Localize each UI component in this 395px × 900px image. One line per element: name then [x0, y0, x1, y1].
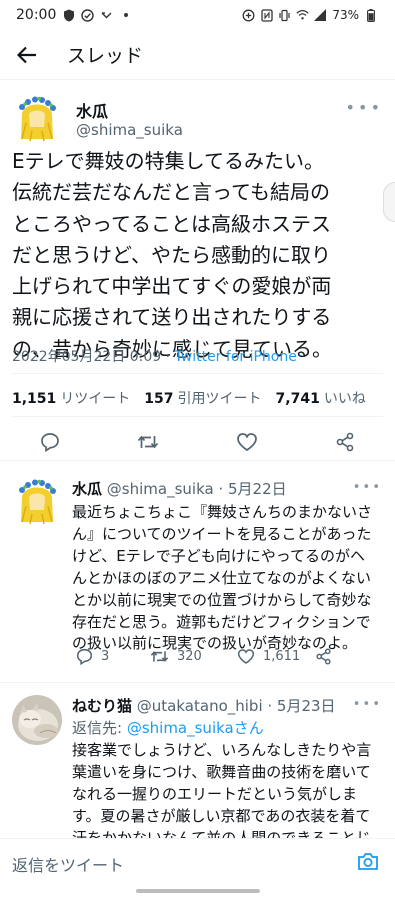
- reply-text-line: とか以前に現実での位置づけからして奇妙な: [72, 590, 372, 609]
- more-options-icon[interactable]: • • •: [346, 98, 380, 117]
- tweet-stats: 1,151 リツイート 157 引用ツイート 7,741 いいね: [12, 388, 366, 408]
- tweet-text-line: Eテレで舞妓の特集してるみたい。: [12, 149, 325, 173]
- quote-count: 157: [144, 391, 174, 407]
- reply-author-name[interactable]: 水瓜: [72, 480, 102, 498]
- vibrate-icon: [278, 9, 291, 22]
- data-saver-icon: [242, 9, 255, 22]
- gesture-nav-handle[interactable]: [136, 889, 260, 893]
- like-label: いいね: [323, 391, 366, 407]
- like-button[interactable]: 1,611: [237, 648, 300, 665]
- reply-text-line: けど、Eテレで子ども向けにやってるのがヘ: [72, 546, 365, 565]
- tweet-text-line: ところやってることは高級ホステス: [12, 211, 331, 236]
- author-handle[interactable]: @shima_suika: [76, 121, 183, 139]
- like-heart-icon[interactable]: [235, 430, 259, 454]
- reply-input[interactable]: 返信をツイート: [12, 852, 124, 876]
- reply-date: · 5月23日: [262, 697, 336, 715]
- app-header: スレッド: [0, 30, 395, 80]
- back-arrow-icon[interactable]: [15, 43, 39, 67]
- retweet-icon: [150, 651, 169, 662]
- dot-icon: [119, 9, 132, 22]
- like-heart-icon: [237, 649, 255, 664]
- reply-text-line: す。夏の暑さが厳しい京都であの衣装を着て: [72, 806, 371, 825]
- tweet-text-line: 伝統だ芸だなんだと言っても結局の: [12, 180, 330, 205]
- reply-button[interactable]: 3: [76, 648, 109, 665]
- edge-panel-handle[interactable]: [383, 182, 395, 222]
- tweet-source-link[interactable]: Twitter for iPhone: [175, 349, 297, 365]
- tweet-date: 2022年05月22日 0:09: [12, 349, 162, 365]
- meta-separator: ·: [161, 349, 175, 365]
- reply-text-line: 存在だと思う。遊郭もだけどフィクションで: [72, 612, 371, 631]
- quote-label: 引用ツイート: [177, 391, 262, 407]
- shield-icon: [62, 9, 75, 22]
- signal-icon: [314, 9, 327, 22]
- like-stat[interactable]: 7,741 いいね: [276, 388, 366, 408]
- reply-author-handle[interactable]: @utakatano_hibi: [137, 697, 263, 715]
- retweet-stat[interactable]: 1,151 リツイート: [12, 388, 130, 408]
- battery-icon: [364, 8, 377, 22]
- tweet-text-line: だと思うけど、やたら感動的に取り: [12, 242, 331, 267]
- avatar[interactable]: [12, 695, 62, 745]
- avatar[interactable]: [12, 476, 62, 526]
- retweet-icon[interactable]: [136, 430, 160, 454]
- reply-count: 3: [101, 649, 110, 664]
- author-name[interactable]: 水瓜: [76, 98, 108, 122]
- replying-to-label: 返信先:: [72, 719, 127, 737]
- like-count: 1,611: [263, 649, 301, 664]
- camera-icon[interactable]: [357, 851, 381, 875]
- share-icon: [316, 648, 331, 665]
- reply-author-name[interactable]: ねむり猫: [72, 697, 132, 715]
- avatar[interactable]: [12, 93, 62, 143]
- reply-icon[interactable]: [38, 430, 62, 454]
- tweet-text-line: 親に応援されて送り出されたりする: [12, 305, 332, 330]
- tweet-text: Eテレで舞妓の特集してるみたい。 伝統だ芸だなんだと言っても結局の ところやって…: [12, 146, 384, 365]
- retweet-label: リツイート: [60, 391, 131, 407]
- missed-call-icon: [100, 9, 113, 22]
- replying-to: 返信先: @shima_suikaさん: [72, 717, 264, 738]
- wifi-icon: [296, 9, 309, 22]
- quote-stat[interactable]: 157 引用ツイート: [144, 388, 261, 408]
- more-options-icon[interactable]: • • •: [353, 697, 380, 712]
- tweet-meta: 2022年05月22日 0:09 · Twitter for iPhone: [12, 346, 297, 366]
- reply-header: 水瓜 @shima_suika · 5月22日: [72, 478, 287, 499]
- reply-compose-bar[interactable]: 返信をツイート: [0, 838, 395, 886]
- tweet-actions: [0, 430, 395, 460]
- retweet-count: 1,151: [12, 391, 57, 407]
- reply-text: 最近ちょこちょこ『舞妓さんちのまかないさ ん』についてのツイートを見ることがあっ…: [72, 502, 384, 655]
- divider: [0, 682, 395, 683]
- reply-text-line: 葉遣いを身につけ、歌舞音曲の技術を磨いて: [72, 762, 371, 781]
- battery-percent: 73%: [332, 8, 359, 22]
- replying-to-link[interactable]: @shima_suikaさん: [127, 719, 264, 737]
- divider: [0, 460, 395, 461]
- retweet-count: 320: [177, 649, 202, 664]
- reply-text-line: 接客業でしょうけど、いろんなしきたりや言: [72, 741, 372, 759]
- nfc-icon: [260, 8, 273, 22]
- main-tweet: 水瓜 @shima_suika • • • Eテレで舞妓の特集してるみたい。 伝…: [0, 80, 395, 461]
- share-icon[interactable]: [333, 430, 357, 454]
- check-circle-icon: [81, 8, 95, 22]
- more-options-icon[interactable]: • • •: [353, 480, 380, 495]
- status-time: 20:00: [16, 7, 57, 23]
- retweet-button[interactable]: 320: [150, 648, 202, 665]
- page-title: スレッド: [67, 45, 144, 67]
- tweet-text-line: 上げられて中学出てすぐの愛娘が両: [12, 274, 332, 299]
- reply-text-line: なれる一握りのエリートだという気がしま: [72, 784, 358, 803]
- reply-text-line: んとかほのぼのアニメ仕立てなのがよくない: [72, 568, 371, 587]
- divider: [12, 373, 383, 374]
- share-button[interactable]: [315, 648, 332, 665]
- reply-text: 接客業でしょうけど、いろんなしきたりや言 葉遣いを身につけ、歌舞音曲の技術を磨い…: [72, 740, 384, 850]
- reply-date: · 5月22日: [213, 480, 287, 498]
- divider: [12, 416, 383, 417]
- reply-author-handle[interactable]: @shima_suika: [107, 480, 214, 498]
- like-count: 7,741: [275, 391, 320, 407]
- reply-text-line: ん』についてのツイートを見ることがあった: [72, 524, 372, 543]
- reply-header: ねむり猫 @utakatano_hibi · 5月23日: [72, 695, 336, 716]
- status-bar: 20:00 73%: [0, 0, 395, 30]
- reply-icon: [76, 648, 93, 665]
- reply-text-line: 最近ちょこちょこ『舞妓さんちのまかないさ: [72, 503, 373, 521]
- reply-actions: 3 320 1,611: [72, 648, 342, 668]
